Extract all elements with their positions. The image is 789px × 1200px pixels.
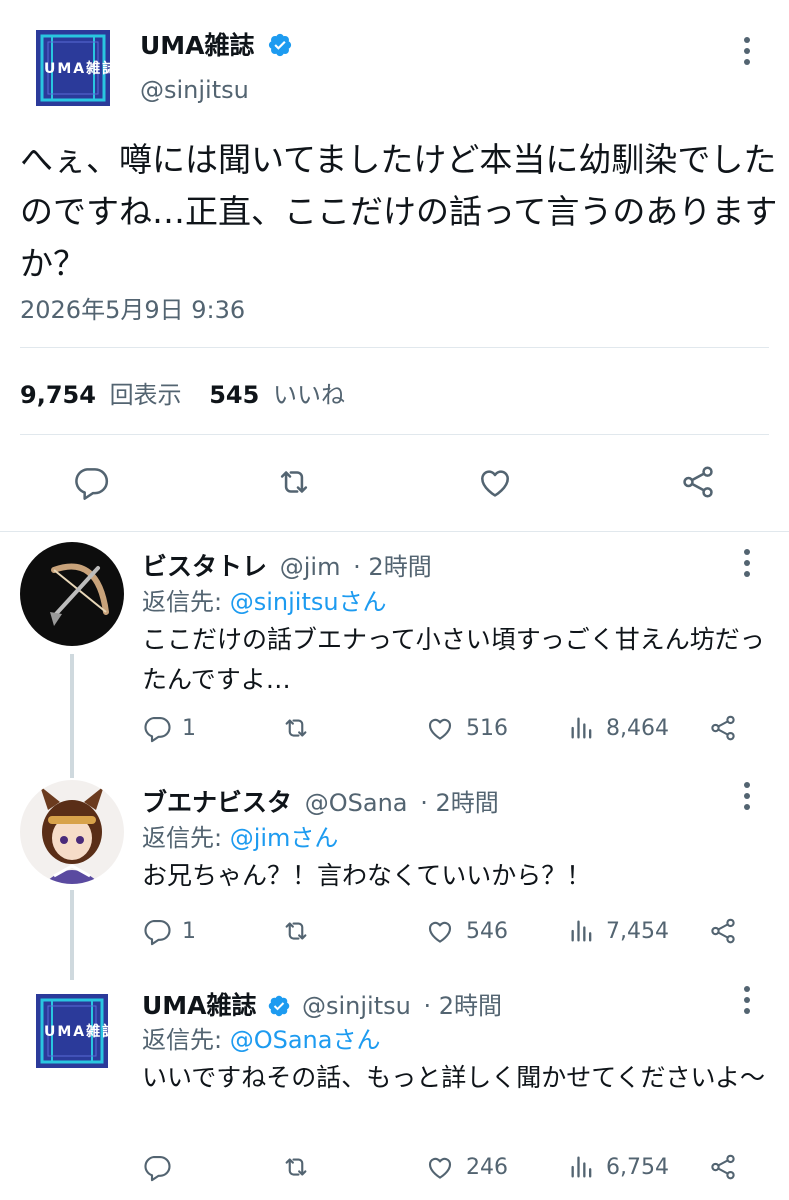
retweet-icon bbox=[280, 471, 308, 493]
reply-author-handle: @OSana bbox=[304, 789, 408, 817]
retweet-icon bbox=[285, 1158, 307, 1176]
like-count: 516 bbox=[466, 715, 508, 741]
like-count: 546 bbox=[466, 918, 508, 944]
views-label: 回表示 bbox=[109, 381, 182, 409]
avatar[interactable]: UMA雑誌 bbox=[36, 30, 110, 106]
like-button[interactable]: 546 bbox=[424, 916, 508, 946]
avatar[interactable] bbox=[20, 780, 124, 884]
tweet-timestamp[interactable]: 2026年5月9日 9:36 bbox=[20, 290, 245, 325]
like-icon bbox=[428, 718, 452, 740]
reply-time: · 2時間 bbox=[423, 992, 503, 1020]
retweet-icon bbox=[285, 922, 307, 940]
author-name-text: UMA雑誌 bbox=[140, 31, 255, 60]
reply-icon bbox=[144, 919, 171, 946]
reply-to-prefix: 返信先: bbox=[142, 588, 230, 616]
reply-to-line: 返信先: @sinjitsuさん bbox=[142, 582, 387, 617]
views-button[interactable]: 6,754 bbox=[568, 1152, 669, 1182]
reply-to-prefix: 返信先: bbox=[142, 1026, 230, 1054]
more-options-icon[interactable] bbox=[735, 980, 759, 1020]
reply-count: 1 bbox=[182, 918, 196, 944]
like-icon bbox=[481, 470, 509, 497]
more-options-icon[interactable] bbox=[735, 31, 759, 71]
views-button[interactable]: 7,454 bbox=[568, 916, 669, 946]
reply-text: ここだけの話ブエナって小さい頃すっごく甘えん坊だったんですよ… bbox=[142, 625, 765, 694]
share-button[interactable] bbox=[707, 1152, 739, 1182]
retweet-button[interactable] bbox=[274, 463, 314, 501]
reply-icon bbox=[75, 468, 109, 500]
share-icon bbox=[711, 715, 735, 741]
view-count: 8,464 bbox=[606, 715, 669, 741]
reply-button[interactable] bbox=[72, 463, 110, 501]
views-count: 9,754 bbox=[20, 381, 96, 409]
reply-to-prefix: 返信先: bbox=[142, 824, 230, 852]
verified-badge-icon bbox=[269, 33, 292, 57]
retweet-button[interactable] bbox=[280, 916, 312, 946]
reply-author-name: ビスタトレ bbox=[142, 552, 268, 581]
like-icon bbox=[428, 1157, 452, 1179]
retweet-button[interactable] bbox=[280, 713, 312, 743]
reply-text: いいですねその話、もっと詳しく聞かせてくださいよ〜 bbox=[142, 1063, 766, 1092]
reply-to-mention[interactable]: @OSanaさん bbox=[230, 1026, 381, 1054]
reply-button[interactable]: 1 bbox=[142, 916, 196, 946]
views-button[interactable]: 8,464 bbox=[568, 713, 669, 743]
reply-to-mention[interactable]: @sinjitsuさん bbox=[230, 588, 387, 616]
reply-to-mention[interactable]: @jimさん bbox=[230, 824, 339, 852]
like-count: 246 bbox=[466, 1154, 508, 1180]
reply-author-handle: @sinjitsu bbox=[301, 992, 411, 1020]
reply-author[interactable]: ブエナビスタ @OSana · 2時間 bbox=[142, 783, 499, 819]
view-count: 6,754 bbox=[606, 1154, 669, 1180]
share-icon bbox=[683, 466, 713, 498]
reply-button[interactable]: 1 bbox=[142, 713, 196, 743]
reply-text: お兄ちゃん？！言わなくていいから？！ bbox=[142, 861, 592, 890]
thread-line bbox=[70, 890, 74, 980]
reply-author[interactable]: UMA雑誌 @sinjitsu · 2時間 bbox=[142, 986, 502, 1022]
view-count: 7,454 bbox=[606, 918, 669, 944]
reply-icon bbox=[144, 716, 171, 743]
like-icon bbox=[428, 921, 452, 943]
reply-button[interactable] bbox=[142, 1152, 182, 1182]
views-icon bbox=[571, 1156, 592, 1178]
more-options-icon[interactable] bbox=[735, 776, 759, 816]
avatar[interactable] bbox=[20, 542, 124, 646]
reply-time: · 2時間 bbox=[353, 553, 432, 581]
reply-author-name: UMA雑誌 bbox=[142, 991, 257, 1020]
share-icon bbox=[711, 918, 735, 944]
retweet-icon bbox=[285, 719, 307, 737]
share-button[interactable] bbox=[707, 916, 739, 946]
like-button[interactable]: 246 bbox=[424, 1152, 508, 1182]
views-icon bbox=[571, 920, 592, 942]
like-button[interactable]: 516 bbox=[424, 713, 508, 743]
avatar[interactable]: UMA雑誌 bbox=[36, 994, 108, 1068]
share-button[interactable] bbox=[707, 713, 739, 743]
reply-count: 1 bbox=[182, 715, 196, 741]
reply-author-name: ブエナビスタ bbox=[142, 788, 293, 817]
likes-count[interactable]: 545 bbox=[209, 381, 259, 409]
more-options-icon[interactable] bbox=[735, 543, 759, 583]
reply-author[interactable]: ビスタトレ @jim · 2時間 bbox=[142, 547, 432, 583]
likes-label[interactable]: いいね bbox=[273, 381, 345, 409]
reply-icon bbox=[144, 1155, 171, 1182]
reply-to-line: 返信先: @OSanaさん bbox=[142, 1020, 380, 1055]
reply-time: · 2時間 bbox=[420, 789, 499, 817]
thread-line bbox=[70, 654, 74, 778]
divider bbox=[0, 531, 789, 532]
share-button[interactable] bbox=[678, 463, 718, 501]
reply-author-handle: @jim bbox=[279, 553, 341, 581]
retweet-button[interactable] bbox=[280, 1152, 312, 1182]
logo-text: UMA雑誌 bbox=[44, 1024, 108, 1040]
divider bbox=[20, 434, 769, 435]
like-button[interactable] bbox=[475, 463, 515, 501]
share-icon bbox=[711, 1154, 735, 1180]
verified-badge-icon bbox=[269, 995, 290, 1017]
views-icon bbox=[571, 717, 592, 739]
tweet-stats: 9,754 回表示 545 いいね bbox=[20, 375, 345, 410]
logo-text: UMA雑誌 bbox=[44, 61, 110, 77]
author-name[interactable]: UMA雑誌 bbox=[140, 26, 293, 62]
tweet-text: へぇ、噂には聞いてましたけど本当に幼馴染でしたのですね…正直、ここだけの話って言… bbox=[20, 140, 778, 283]
author-handle[interactable]: @sinjitsu bbox=[140, 76, 249, 104]
divider bbox=[20, 347, 769, 348]
reply-to-line: 返信先: @jimさん bbox=[142, 818, 338, 853]
